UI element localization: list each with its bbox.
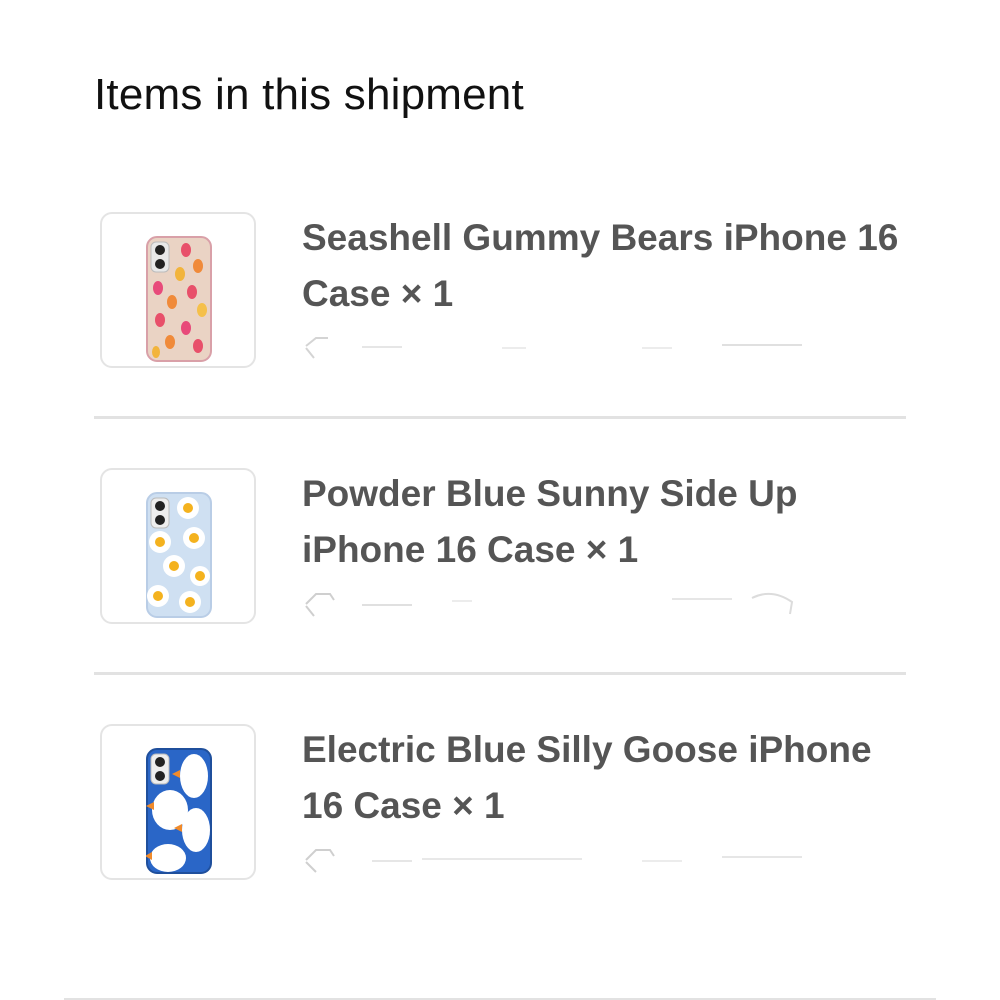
item-name[interactable]: Seashell Gummy Bears iPhone 16 Case × 1 xyxy=(302,210,902,322)
redacted-variant-info xyxy=(305,849,802,873)
shipment-items-page: Items in this shipment Seashell Gummy Be… xyxy=(0,0,1000,1000)
product-thumbnail-silly-goose[interactable] xyxy=(100,724,256,880)
shipment-item[interactable]: Electric Blue Silly Goose iPhone 16 Case… xyxy=(94,722,906,922)
redacted-variant-info xyxy=(305,337,802,359)
product-thumbnail-sunny-side-up[interactable] xyxy=(100,468,256,624)
item-name[interactable]: Electric Blue Silly Goose iPhone 16 Case… xyxy=(302,722,902,834)
product-thumbnail-gummy-bears[interactable] xyxy=(100,212,256,368)
item-name[interactable]: Powder Blue Sunny Side Up iPhone 16 Case… xyxy=(302,466,902,578)
redacted-variant-info xyxy=(305,592,794,617)
phone-case-image xyxy=(146,236,212,362)
shipment-item[interactable]: Powder Blue Sunny Side Up iPhone 16 Case… xyxy=(94,466,906,666)
item-divider xyxy=(94,416,906,419)
item-divider xyxy=(94,672,906,675)
shipment-item[interactable]: Seashell Gummy Bears iPhone 16 Case × 1 xyxy=(94,210,906,410)
section-title: Items in this shipment xyxy=(94,70,524,119)
phone-case-image xyxy=(146,748,212,874)
phone-case-image xyxy=(146,492,212,618)
